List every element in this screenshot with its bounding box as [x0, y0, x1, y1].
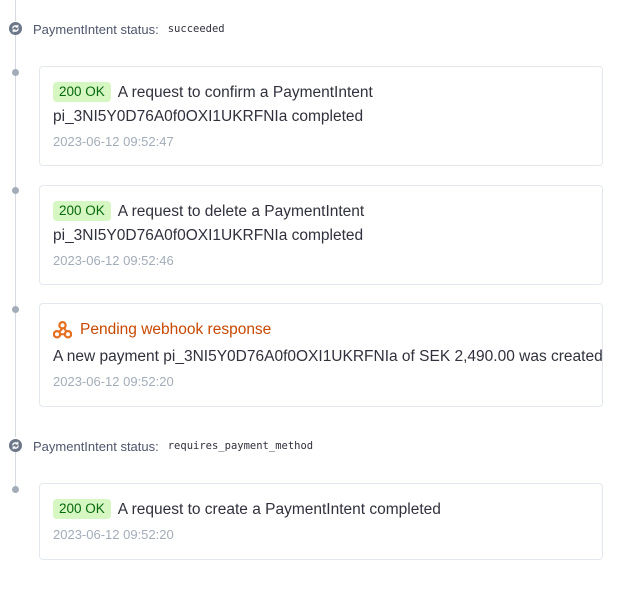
event-card-delete[interactable]: 200 OK A request to delete a PaymentInten… — [39, 185, 603, 285]
status-change-icon — [9, 439, 22, 452]
event-timestamp: 2023-06-12 09:52:46 — [53, 253, 174, 268]
event-timestamp: 2023-06-12 09:52:20 — [53, 527, 174, 542]
status-change-icon — [9, 22, 22, 35]
event-card-create[interactable]: 200 OK A request to create a PaymentInten… — [39, 483, 603, 560]
event-timestamp: 2023-06-12 09:52:47 — [53, 134, 174, 149]
event-description-line2: pi_3NI5Y0D76A0f0OXI1UKRFNIa completed — [53, 108, 364, 125]
status-row-requires-payment-method: PaymentIntent status: requires_payment_m… — [33, 437, 313, 455]
status-value: succeeded — [167, 23, 225, 35]
timeline-dot — [12, 69, 19, 76]
timeline-dot — [12, 187, 19, 194]
timeline-rail — [15, 0, 16, 21]
webhook-icon — [53, 321, 72, 339]
event-timestamp: 2023-06-12 09:52:20 — [53, 374, 174, 389]
status-row-succeeded: PaymentIntent status: succeeded — [33, 20, 225, 38]
status-badge: 200 OK — [53, 499, 111, 519]
event-description: A request to create a PaymentIntent comp… — [117, 501, 441, 518]
status-label: PaymentIntent status: — [33, 438, 159, 454]
timeline-dot — [12, 306, 19, 313]
timeline-dot — [12, 486, 19, 493]
event-card-webhook[interactable]: Pending webhook response A new payment p… — [39, 303, 603, 407]
pending-title: Pending webhook response — [80, 321, 272, 338]
status-label: PaymentIntent status: — [33, 21, 159, 37]
event-card-confirm[interactable]: 200 OK A request to confirm a PaymentInte… — [39, 66, 603, 166]
status-badge: 200 OK — [53, 82, 111, 102]
timeline-rail — [15, 35, 16, 437]
status-value: requires_payment_method — [167, 440, 314, 452]
status-badge: 200 OK — [53, 201, 111, 221]
event-description: A new payment pi_3NI5Y0D76A0f0OXI1UKRFNI… — [53, 348, 603, 365]
event-description-line2: pi_3NI5Y0D76A0f0OXI1UKRFNIa completed — [53, 227, 364, 244]
event-description: A request to confirm a PaymentIntent — [117, 84, 373, 101]
event-description: A request to delete a PaymentIntent — [117, 203, 365, 220]
timeline-rail — [15, 452, 16, 490]
